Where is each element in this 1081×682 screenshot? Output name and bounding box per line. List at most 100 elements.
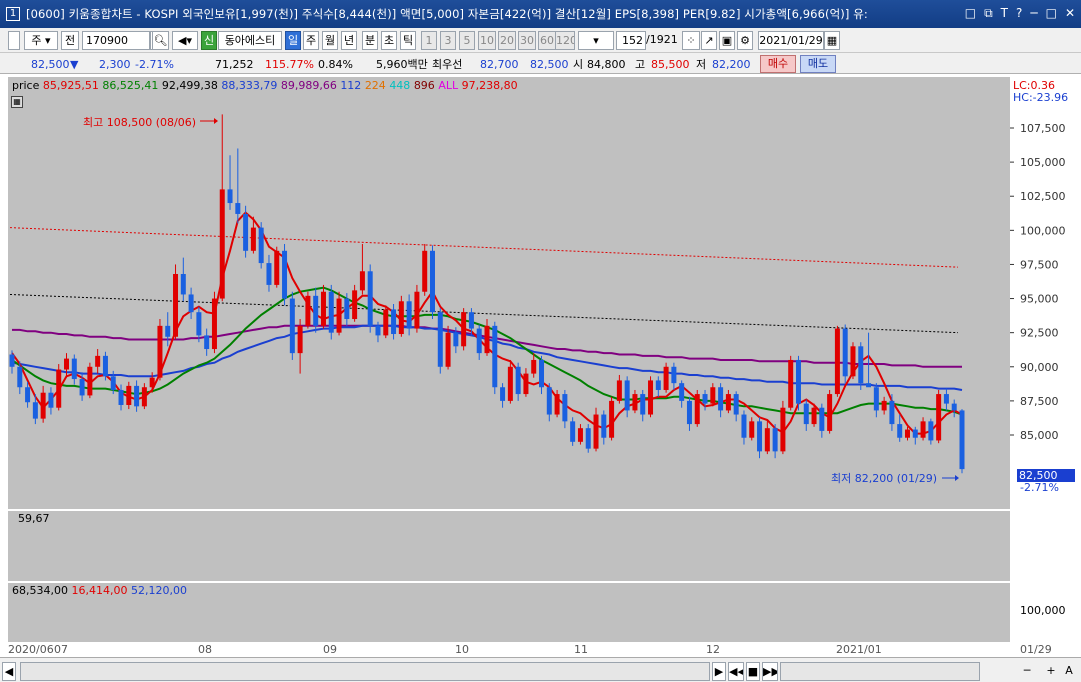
stock-name: 동아에스티 <box>218 31 282 50</box>
date-12: 12 <box>706 643 720 656</box>
open-label: 시 <box>573 58 584 71</box>
forward-button[interactable]: ▶▶ <box>762 662 778 681</box>
count-input[interactable]: 152 <box>616 31 646 50</box>
credit-badge: 신 <box>201 31 217 50</box>
volume-legend: 59,67 <box>18 512 50 525</box>
price-axis <box>1010 77 1081 509</box>
current-price: 82,500 <box>31 58 70 71</box>
tab-second[interactable]: 초 <box>381 31 397 50</box>
trade-legend-sell: 52,120,00 <box>130 584 187 597</box>
trade-amount: 5,960백만 <box>376 58 428 71</box>
interval-120[interactable]: 120 <box>555 31 575 50</box>
interval-dropdown[interactable]: ▾ <box>578 31 614 50</box>
buy-button[interactable]: 매수 <box>760 55 796 73</box>
tab-week[interactable]: 주 <box>303 31 319 50</box>
auto-scale-button[interactable]: A <box>1062 662 1076 681</box>
legend-trend: 97,238,80 <box>461 79 518 92</box>
best-label: 최우선 <box>432 58 463 71</box>
navigation-bar: ◀ ▶ ◀◀ ■ ▶▶ ─ + A <box>0 657 1081 682</box>
price-legend: price 85,925,51 86,525,41 92,499,38 88,3… <box>12 79 518 92</box>
settings-icon[interactable]: ⚙ <box>737 31 753 50</box>
interval-20[interactable]: 20 <box>498 31 516 50</box>
overlay-icon[interactable]: ⁘ <box>682 31 700 50</box>
legend-ma120: 88,333,79 <box>221 79 278 92</box>
window-tile-icon[interactable]: ⧉ <box>984 6 993 21</box>
volume-axis <box>1010 511 1081 581</box>
grid-toggle-icon[interactable]: ▦ <box>11 96 23 108</box>
chart-scrollbar[interactable] <box>20 662 710 681</box>
down-arrow-icon: ▼ <box>70 58 79 71</box>
tab-minute[interactable]: 분 <box>362 31 378 50</box>
legend-224: 224 <box>364 79 386 92</box>
price-change: 2,300 <box>99 58 131 71</box>
period-select-value: 주 <box>31 34 42 47</box>
maximize-icon[interactable]: □ <box>1046 6 1057 21</box>
date-07: 07 <box>54 643 68 656</box>
interval-5[interactable]: 5 <box>459 31 475 50</box>
tab-tick[interactable]: 틱 <box>400 31 416 50</box>
legend-ma60: 92,499,38 <box>161 79 218 92</box>
sell-button[interactable]: 매도 <box>800 55 836 73</box>
price-panel[interactable] <box>8 77 1010 509</box>
search-icon[interactable]: 🔍︎ <box>152 31 169 50</box>
interval-3[interactable]: 3 <box>440 31 456 50</box>
save-icon[interactable]: ▣ <box>719 31 735 50</box>
scroll-left-button[interactable]: ◀ <box>2 662 16 681</box>
panel-toggle-icon[interactable] <box>8 31 20 50</box>
best-bid: 82,700 <box>480 58 519 71</box>
calendar-icon[interactable]: ▦ <box>824 31 840 50</box>
best-ask: 82,500 <box>530 58 569 71</box>
tab-month[interactable]: 월 <box>322 31 338 50</box>
date-08: 08 <box>198 643 212 656</box>
date-10: 10 <box>455 643 469 656</box>
period-select[interactable]: 주 ▾ <box>24 31 58 50</box>
legend-ma20: 86,525,41 <box>102 79 159 92</box>
zoom-in-button[interactable]: + <box>1044 662 1058 681</box>
date-input[interactable]: 2021/01/29 <box>758 31 824 50</box>
stock-code-input[interactable]: 170900 <box>82 31 150 50</box>
close-icon[interactable]: ✕ <box>1065 6 1075 21</box>
stop-button[interactable]: ■ <box>746 662 760 681</box>
price-change-pct: -2.71% <box>135 58 174 71</box>
interval-60[interactable]: 60 <box>538 31 556 50</box>
low-label: 저 <box>696 58 707 71</box>
prev-button[interactable]: 전 <box>61 31 79 50</box>
volume-panel[interactable] <box>8 511 1010 581</box>
zoom-slider[interactable] <box>780 662 980 681</box>
price-legend-label: price <box>12 79 40 92</box>
legend-112: 112 <box>340 79 362 92</box>
window-pin-icon[interactable]: □ <box>965 6 976 21</box>
open-price: 84,800 <box>587 58 626 71</box>
zoom-out-button[interactable]: ─ <box>1020 662 1034 681</box>
interval-30[interactable]: 30 <box>518 31 536 50</box>
high-annotation: 최고 108,500 (08/06) <box>83 116 197 129</box>
high-price: 85,500 <box>651 58 690 71</box>
sound-icon[interactable]: ◀▾ <box>172 31 198 50</box>
date-2021-01: 2021/01 <box>836 643 882 656</box>
interval-1[interactable]: 1 <box>421 31 437 50</box>
legend-ma-extra: 89,989,66 <box>280 79 337 92</box>
interval-10[interactable]: 10 <box>478 31 496 50</box>
date-2020-06: 2020/06 <box>8 643 54 656</box>
low-price: 82,200 <box>712 58 751 71</box>
trade-legend: 68,534,00 16,414,00 52,120,00 <box>12 584 187 597</box>
legend-ma5: 85,925,51 <box>42 79 99 92</box>
tab-day[interactable]: 일 <box>285 31 301 50</box>
window-number: 1 <box>6 7 20 21</box>
minimize-icon[interactable]: ─ <box>1030 6 1037 21</box>
help-icon[interactable]: ? <box>1016 6 1022 21</box>
high-label: 고 <box>635 58 646 71</box>
volume-value: 71,252 <box>215 58 254 71</box>
window-font-icon[interactable]: T <box>1001 6 1008 21</box>
trade-axis-label: 100,000 <box>1020 604 1066 617</box>
rewind-button[interactable]: ◀◀ <box>728 662 744 681</box>
trade-legend-buy: 16,414,00 <box>71 584 128 597</box>
tab-year[interactable]: 년 <box>341 31 357 50</box>
scroll-right-button[interactable]: ▶ <box>712 662 726 681</box>
trade-legend-total: 68,534,00 <box>12 584 68 597</box>
low-annotation: 최저 82,200 (01/29) <box>831 472 938 485</box>
date-last: 01/29 <box>1020 643 1052 656</box>
trend-icon[interactable]: ↗ <box>701 31 717 50</box>
legend-448: 448 <box>389 79 411 92</box>
window-controls: □ ⧉ T ? ─ □ ✕ <box>965 6 1075 21</box>
